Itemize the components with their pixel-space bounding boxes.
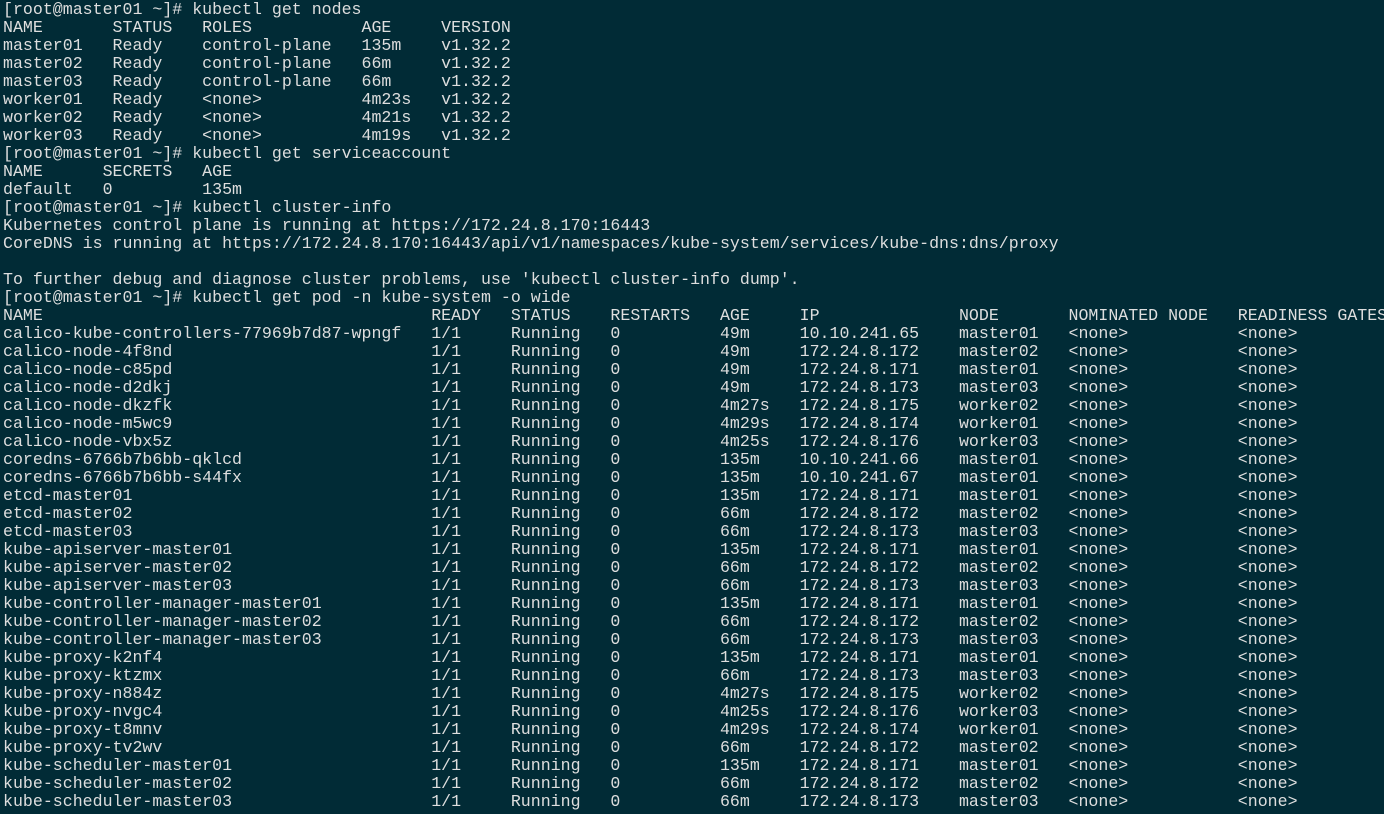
terminal-line: etcd-master02 1/1 Running 0 66m 172.24.8… — [3, 504, 1298, 523]
terminal-line: kube-proxy-n884z 1/1 Running 0 4m27s 172… — [3, 684, 1298, 703]
terminal-line: kube-apiserver-master03 1/1 Running 0 66… — [3, 576, 1298, 595]
terminal-line: calico-node-c85pd 1/1 Running 0 49m 172.… — [3, 360, 1298, 379]
terminal-line: master01 Ready control-plane 135m v1.32.… — [3, 36, 511, 55]
terminal-line: kube-scheduler-master01 1/1 Running 0 13… — [3, 756, 1298, 775]
terminal-line: calico-node-4f8nd 1/1 Running 0 49m 172.… — [3, 342, 1298, 361]
terminal-line: etcd-master01 1/1 Running 0 135m 172.24.… — [3, 486, 1298, 505]
terminal-line: coredns-6766b7b6bb-qklcd 1/1 Running 0 1… — [3, 450, 1298, 469]
terminal-line: calico-node-d2dkj 1/1 Running 0 49m 172.… — [3, 378, 1298, 397]
terminal-line: kube-controller-manager-master02 1/1 Run… — [3, 612, 1298, 631]
terminal-line: kube-apiserver-master02 1/1 Running 0 66… — [3, 558, 1298, 577]
terminal-line: To further debug and diagnose cluster pr… — [3, 270, 800, 289]
terminal-line: kube-controller-manager-master01 1/1 Run… — [3, 594, 1298, 613]
terminal-line: Kubernetes control plane is running at h… — [3, 216, 651, 235]
terminal-line: calico-node-dkzfk 1/1 Running 0 4m27s 17… — [3, 396, 1298, 415]
terminal-line: NAME READY STATUS RESTARTS AGE IP NODE N… — [3, 306, 1384, 325]
terminal-line: worker01 Ready <none> 4m23s v1.32.2 — [3, 90, 511, 109]
terminal-line: master02 Ready control-plane 66m v1.32.2 — [3, 54, 511, 73]
terminal-line: etcd-master03 1/1 Running 0 66m 172.24.8… — [3, 522, 1298, 541]
terminal-line: kube-controller-manager-master03 1/1 Run… — [3, 630, 1298, 649]
terminal-line: kube-scheduler-master02 1/1 Running 0 66… — [3, 774, 1298, 793]
terminal-line: kube-proxy-nvgc4 1/1 Running 0 4m25s 172… — [3, 702, 1298, 721]
terminal-line: CoreDNS is running at https://172.24.8.1… — [3, 234, 1059, 253]
terminal-output[interactable]: [root@master01 ~]# kubectl get nodes NAM… — [0, 0, 1384, 814]
terminal-line: [root@master01 ~]# kubectl get pod -n ku… — [3, 288, 571, 307]
terminal-line: calico-kube-controllers-77969b7d87-wpngf… — [3, 324, 1298, 343]
terminal-line: default 0 135m — [3, 180, 242, 199]
terminal-line: [root@master01 ~]# kubectl cluster-info — [3, 198, 392, 217]
terminal-line: NAME SECRETS AGE — [3, 162, 233, 181]
terminal-line: kube-proxy-tv2wv 1/1 Running 0 66m 172.2… — [3, 738, 1298, 757]
terminal-line: coredns-6766b7b6bb-s44fx 1/1 Running 0 1… — [3, 468, 1298, 487]
terminal-line: kube-scheduler-master03 1/1 Running 0 66… — [3, 792, 1298, 811]
terminal-line: calico-node-vbx5z 1/1 Running 0 4m25s 17… — [3, 432, 1298, 451]
terminal-line: worker02 Ready <none> 4m21s v1.32.2 — [3, 108, 511, 127]
terminal-line: kube-apiserver-master01 1/1 Running 0 13… — [3, 540, 1298, 559]
terminal-line: worker03 Ready <none> 4m19s v1.32.2 — [3, 126, 511, 145]
terminal-line: calico-node-m5wc9 1/1 Running 0 4m29s 17… — [3, 414, 1298, 433]
terminal-line: [root@master01 ~]# kubectl get nodes — [3, 0, 362, 19]
terminal-line: kube-proxy-ktzmx 1/1 Running 0 66m 172.2… — [3, 666, 1298, 685]
terminal-line: kube-proxy-k2nf4 1/1 Running 0 135m 172.… — [3, 648, 1298, 667]
terminal-line: kube-proxy-t8mnv 1/1 Running 0 4m29s 172… — [3, 720, 1298, 739]
terminal-line: NAME STATUS ROLES AGE VERSION — [3, 18, 511, 37]
terminal-line: [root@master01 ~]# kubectl get serviceac… — [3, 144, 452, 163]
terminal-line: master03 Ready control-plane 66m v1.32.2 — [3, 72, 511, 91]
